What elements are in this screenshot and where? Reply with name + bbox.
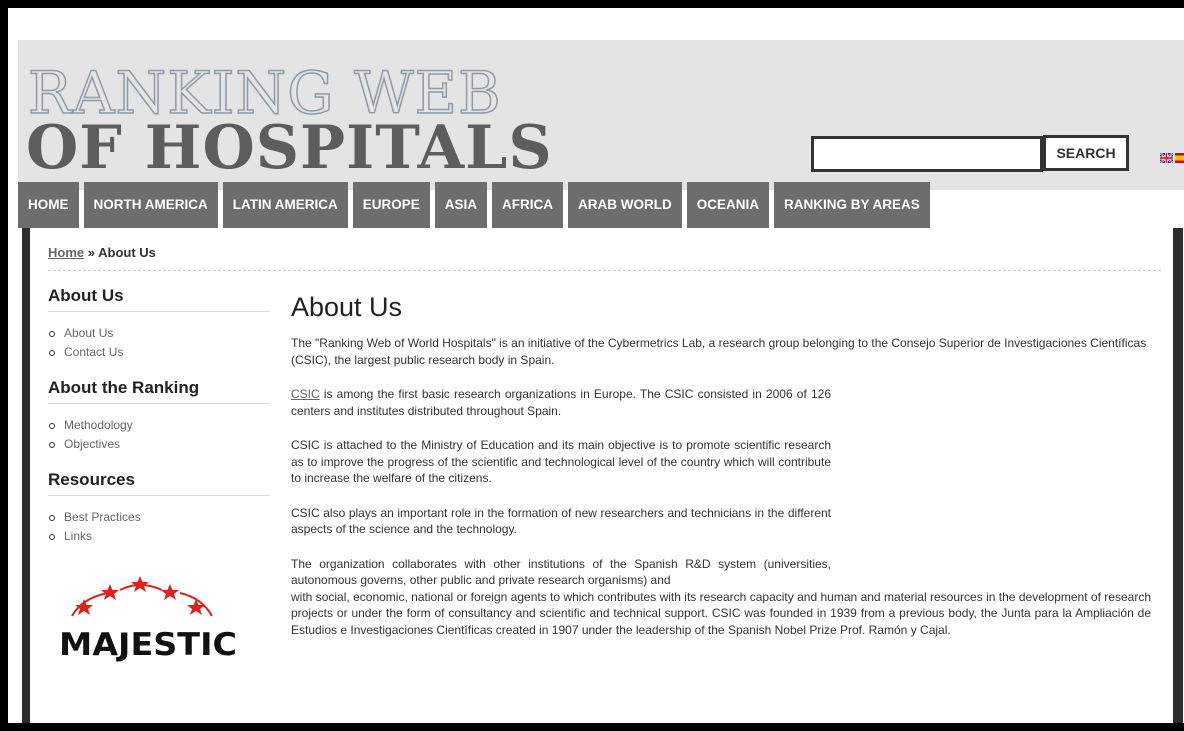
logo-title-line2[interactable]: OF HOSPITALS (26, 118, 553, 178)
nav-ranking-by-areas[interactable]: RANKING BY AREAS (774, 182, 930, 228)
spain-flag-icon[interactable] (1175, 153, 1184, 163)
paragraph-collaboration-start: The organization collaborates with other… (291, 556, 831, 588)
nav-latin-america[interactable]: LATIN AMERICA (222, 182, 348, 228)
sidebar-title-about-us: About Us (48, 286, 270, 312)
paragraph-researchers: CSIC also plays an important role in the… (291, 505, 831, 537)
sidebar-list-about-us: About Us Contact Us (48, 324, 270, 362)
sidebar-item-methodology[interactable]: Methodology (48, 416, 270, 435)
main-content: About Us The "Ranking Web of World Hospi… (291, 292, 1151, 656)
nav-home[interactable]: HOME (18, 182, 79, 228)
nav-oceania[interactable]: OCEANIA (686, 182, 770, 228)
breadcrumb-divider (48, 270, 1161, 271)
main-nav: HOME NORTH AMERICA LATIN AMERICA EUROPE … (18, 182, 930, 228)
csic-link[interactable]: CSIC (291, 387, 320, 401)
sidebar-item-contact-us[interactable]: Contact Us (48, 343, 270, 362)
sidebar-item-objectives[interactable]: Objectives (48, 435, 270, 454)
sidebar-list-about-ranking: Methodology Objectives (48, 416, 270, 454)
nav-arab-world[interactable]: ARAB WORLD (568, 182, 682, 228)
search-button[interactable]: SEARCH (1043, 135, 1129, 171)
breadcrumb-current: About Us (98, 245, 156, 260)
nav-north-america[interactable]: NORTH AMERICA (83, 182, 218, 228)
page-frame: RANKING WEB OF HOSPITALS SEARCH HOME NOR… (8, 8, 1184, 723)
paragraph-ministry: CSIC is attached to the Ministry of Educ… (291, 438, 831, 485)
majestic-logo[interactable]: MAJESTIC (52, 566, 242, 666)
breadcrumb: Home » About Us (48, 245, 156, 260)
sidebar-title-resources: Resources (48, 470, 270, 496)
paragraph-csic: CSIC is among the first basic research o… (291, 386, 831, 419)
paragraph-csic-text: is among the first basic research organi… (291, 387, 831, 418)
majestic-logo-text: MAJESTIC (59, 627, 237, 663)
paragraph-collaboration-rest: with social, economic, national or forei… (291, 589, 1151, 637)
sidebar-item-about-us[interactable]: About Us (48, 324, 270, 343)
sidebar-list-resources: Best Practices Links (48, 508, 270, 546)
sidebar: About Us About Us Contact Us About the R… (48, 286, 270, 562)
paragraph-collaboration: The organization collaborates with other… (291, 556, 1151, 639)
page-title: About Us (291, 292, 403, 322)
breadcrumb-separator: » (87, 245, 95, 260)
majestic-stars-icon (71, 576, 213, 617)
nav-asia[interactable]: ASIA (434, 182, 488, 228)
left-border-bar (22, 228, 30, 723)
uk-flag-icon[interactable] (1160, 153, 1173, 163)
breadcrumb-home-link[interactable]: Home (48, 245, 84, 260)
search-input[interactable] (811, 136, 1043, 172)
sidebar-title-about-ranking: About the Ranking (48, 378, 270, 404)
right-border-bar (1173, 228, 1183, 723)
sidebar-item-links[interactable]: Links (48, 527, 270, 546)
paragraph-intro: The "Ranking Web of World Hospitals" is … (291, 336, 1147, 367)
nav-europe[interactable]: EUROPE (352, 182, 430, 228)
site-header: RANKING WEB OF HOSPITALS SEARCH (18, 40, 1184, 190)
sidebar-item-best-practices[interactable]: Best Practices (48, 508, 270, 527)
nav-africa[interactable]: AFRICA (492, 182, 564, 228)
